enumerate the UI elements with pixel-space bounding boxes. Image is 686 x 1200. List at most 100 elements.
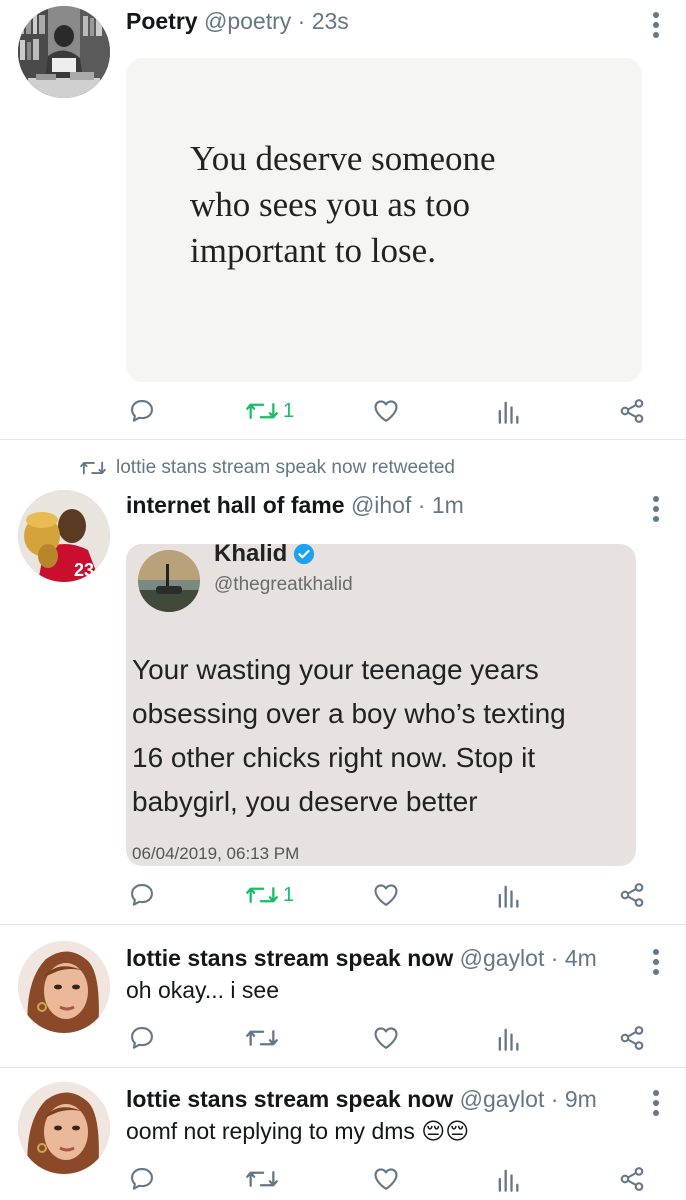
quoted-text-line: Your wasting your teenage years (132, 654, 539, 685)
reply-icon (131, 400, 153, 422)
quoted-avatar (138, 550, 200, 612)
tweet-header: lottie stans stream speak now @gaylot · … (126, 1086, 597, 1113)
display-name[interactable]: internet hall of fame (126, 492, 345, 518)
tweet-text-row: oomf not replying to my dms 😔😔 (126, 1118, 469, 1145)
tweet-text: oomf not replying to my dms (126, 1118, 415, 1144)
tweet[interactable]: lottie stans stream speak now @gaylot · … (0, 1068, 686, 1200)
quoted-handle: @thegreatkhalid (214, 574, 353, 595)
handle[interactable]: @gaylot (460, 945, 545, 971)
timestamp[interactable]: 1m (432, 492, 464, 518)
more-options-icon[interactable] (652, 12, 660, 42)
retweet-icon (80, 461, 106, 475)
handle[interactable]: @gaylot (460, 1086, 545, 1112)
reply-icon (131, 1168, 153, 1190)
reply-button[interactable] (128, 1021, 156, 1055)
more-options-icon[interactable] (652, 496, 660, 526)
like-button[interactable] (372, 1021, 400, 1055)
image-text-line: who sees you as too (190, 185, 470, 224)
tweet[interactable]: lottie stans stream speak now retweeted … (0, 440, 686, 924)
share-icon (620, 399, 644, 423)
retweet-button[interactable] (245, 1021, 279, 1055)
reply-button[interactable] (128, 394, 156, 428)
tweet[interactable]: Poetry @poetry · 23s You deserve someone… (0, 0, 686, 438)
like-button[interactable] (372, 1162, 400, 1196)
svg-text:23: 23 (74, 560, 94, 580)
tweet-header: internet hall of fame @ihof · 1m (126, 492, 464, 519)
retweet-icon (246, 1171, 278, 1187)
timestamp[interactable]: 4m (565, 945, 597, 971)
handle[interactable]: @ihof (351, 492, 411, 518)
heart-icon (374, 1168, 398, 1190)
share-icon (620, 883, 644, 907)
retweet-context: lottie stans stream speak now retweeted (78, 457, 455, 479)
retweet-button[interactable] (245, 1162, 279, 1196)
heart-icon (374, 884, 398, 906)
handle[interactable]: @poetry (204, 8, 291, 34)
quoted-name-row: Khalid (214, 544, 315, 568)
timestamp[interactable]: 23s (312, 8, 349, 34)
separator: · (550, 945, 559, 971)
basketball-player-trophy-photo: 23 (18, 490, 110, 582)
tweet-header: Poetry @poetry · 23s (126, 8, 349, 35)
album-cover-image (138, 550, 200, 612)
analytics-icon (498, 885, 519, 908)
analytics-button[interactable] (496, 1162, 520, 1196)
tweet[interactable]: lottie stans stream speak now @gaylot · … (0, 925, 686, 1067)
retweet-button[interactable]: 1 (245, 394, 294, 428)
tweet-image[interactable]: Khalid @thegreatkhalid Your wasting your… (126, 544, 636, 866)
tweet-actions (0, 1021, 686, 1055)
avatar[interactable] (18, 941, 110, 1033)
pensive-face-emoji: 😔😔 (421, 1118, 470, 1144)
tweet-image[interactable]: You deserve someone who sees you as too … (126, 58, 642, 382)
retweet-icon (246, 1030, 278, 1046)
share-button[interactable] (618, 1162, 646, 1196)
separator: · (297, 8, 306, 34)
analytics-button[interactable] (496, 1021, 520, 1055)
retweeted-by[interactable]: lottie stans stream speak now retweeted (116, 457, 455, 479)
analytics-icon (498, 401, 519, 424)
retweet-icon (246, 403, 278, 419)
avatar[interactable] (18, 1082, 110, 1174)
like-button[interactable] (372, 394, 400, 428)
image-text-line: You deserve someone (190, 139, 496, 178)
share-button[interactable] (618, 878, 646, 912)
separator: · (550, 1086, 559, 1112)
share-button[interactable] (618, 394, 646, 428)
display-name[interactable]: lottie stans stream speak now (126, 1086, 453, 1112)
display-name[interactable]: Poetry (126, 8, 198, 34)
analytics-button[interactable] (496, 394, 520, 428)
reply-icon (131, 884, 153, 906)
retweet-count: 1 (283, 883, 295, 906)
image-text-line: important to lose. (190, 231, 436, 270)
tweet-actions: 1 (0, 878, 686, 912)
reply-button[interactable] (128, 878, 156, 912)
quoted-text-line: 16 other chicks right now. Stop it (132, 742, 536, 773)
retweet-button[interactable]: 1 (245, 878, 294, 912)
avatar[interactable]: 23 (18, 490, 110, 582)
like-button[interactable] (372, 878, 400, 912)
share-icon (620, 1167, 644, 1191)
quoted-name: Khalid (214, 544, 288, 567)
quoted-text-line: obsessing over a boy who’s texting (132, 698, 566, 729)
tweet-actions: 1 (0, 394, 686, 428)
more-options-icon[interactable] (652, 949, 660, 979)
quoted-text: Your wasting your teenage years obsessin… (132, 648, 566, 824)
heart-icon (374, 1027, 398, 1049)
analytics-button[interactable] (496, 878, 520, 912)
quoted-date: 06/04/2019, 06:13 PM (132, 844, 300, 863)
separator: · (417, 492, 426, 518)
woman-portrait-photo (18, 1082, 110, 1174)
share-button[interactable] (618, 1021, 646, 1055)
avatar[interactable] (18, 6, 110, 98)
quoted-text-line: babygirl, you deserve better (132, 786, 478, 817)
analytics-icon (498, 1028, 519, 1051)
reply-button[interactable] (128, 1162, 156, 1196)
timestamp[interactable]: 9m (565, 1086, 597, 1112)
tweet-header: lottie stans stream speak now @gaylot · … (126, 945, 597, 972)
tweet-actions (0, 1162, 686, 1196)
more-options-icon[interactable] (652, 1090, 660, 1120)
retweet-count: 1 (283, 399, 295, 422)
display-name[interactable]: lottie stans stream speak now (126, 945, 453, 971)
retweet-icon (246, 887, 278, 903)
reply-icon (131, 1027, 153, 1049)
